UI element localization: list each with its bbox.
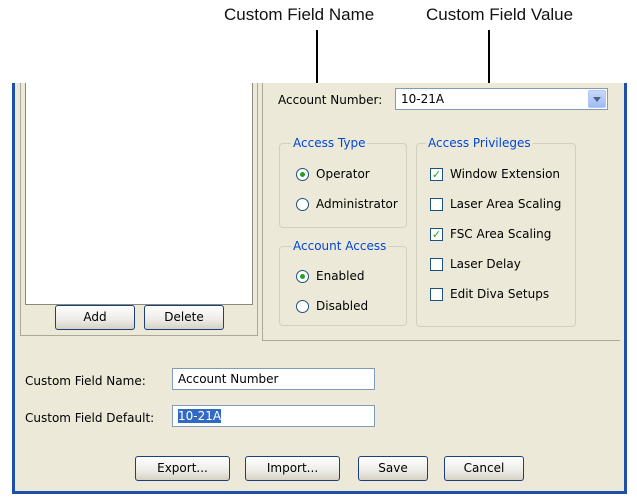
checkbox-edit-diva-setups-label: Edit Diva Setups bbox=[450, 287, 550, 301]
radio-disabled-label: Disabled bbox=[316, 299, 369, 313]
account-access-group bbox=[279, 246, 407, 326]
account-access-title: Account Access bbox=[291, 239, 389, 253]
checkbox-window-extension-label: Window Extension bbox=[450, 167, 561, 181]
chevron-down-icon[interactable] bbox=[588, 90, 606, 108]
checkbox-window-extension[interactable]: ✓ bbox=[430, 168, 443, 181]
delete-button[interactable]: Delete bbox=[144, 305, 224, 330]
access-type-group bbox=[279, 143, 407, 228]
import-button[interactable]: Import... bbox=[245, 456, 340, 481]
radio-administrator-label: Administrator bbox=[316, 197, 398, 211]
custom-field-name-input[interactable]: Account Number bbox=[172, 368, 375, 390]
checkbox-laser-area-scaling-label: Laser Area Scaling bbox=[450, 197, 562, 211]
access-privileges-title: Access Privileges bbox=[426, 136, 533, 150]
checkbox-laser-delay[interactable] bbox=[430, 258, 443, 271]
export-button[interactable]: Export... bbox=[135, 456, 230, 481]
account-number-combo[interactable]: 10-21A bbox=[395, 88, 608, 110]
checkbox-fsc-area-scaling[interactable]: ✓ bbox=[430, 228, 443, 241]
access-type-title: Access Type bbox=[291, 136, 368, 150]
custom-field-name-label: Custom Field Name: bbox=[25, 374, 146, 388]
account-number-label: Account Number: bbox=[278, 93, 383, 107]
add-button[interactable]: Add bbox=[55, 305, 135, 330]
radio-disabled[interactable] bbox=[296, 300, 309, 313]
callout-custom-field-value: Custom Field Value bbox=[426, 5, 574, 24]
custom-field-default-label: Custom Field Default: bbox=[25, 411, 155, 425]
checkbox-fsc-area-scaling-label: FSC Area Scaling bbox=[450, 227, 552, 241]
radio-enabled[interactable] bbox=[296, 270, 309, 283]
cancel-button[interactable]: Cancel bbox=[444, 456, 524, 481]
custom-field-default-value: 10-21A bbox=[178, 409, 222, 423]
checkbox-laser-area-scaling[interactable] bbox=[430, 198, 443, 211]
radio-operator[interactable] bbox=[296, 168, 309, 181]
radio-operator-label: Operator bbox=[316, 167, 370, 181]
callout-custom-field-name: Custom Field Name bbox=[224, 5, 375, 24]
checkbox-laser-delay-label: Laser Delay bbox=[450, 257, 521, 271]
account-list[interactable] bbox=[25, 83, 253, 305]
custom-field-default-input[interactable]: 10-21A bbox=[172, 405, 375, 427]
radio-enabled-label: Enabled bbox=[316, 269, 365, 283]
account-number-value: 10-21A bbox=[401, 92, 445, 106]
callout-line-name bbox=[316, 30, 318, 90]
checkbox-edit-diva-setups[interactable] bbox=[430, 288, 443, 301]
radio-administrator[interactable] bbox=[296, 198, 309, 211]
save-button[interactable]: Save bbox=[358, 456, 428, 481]
